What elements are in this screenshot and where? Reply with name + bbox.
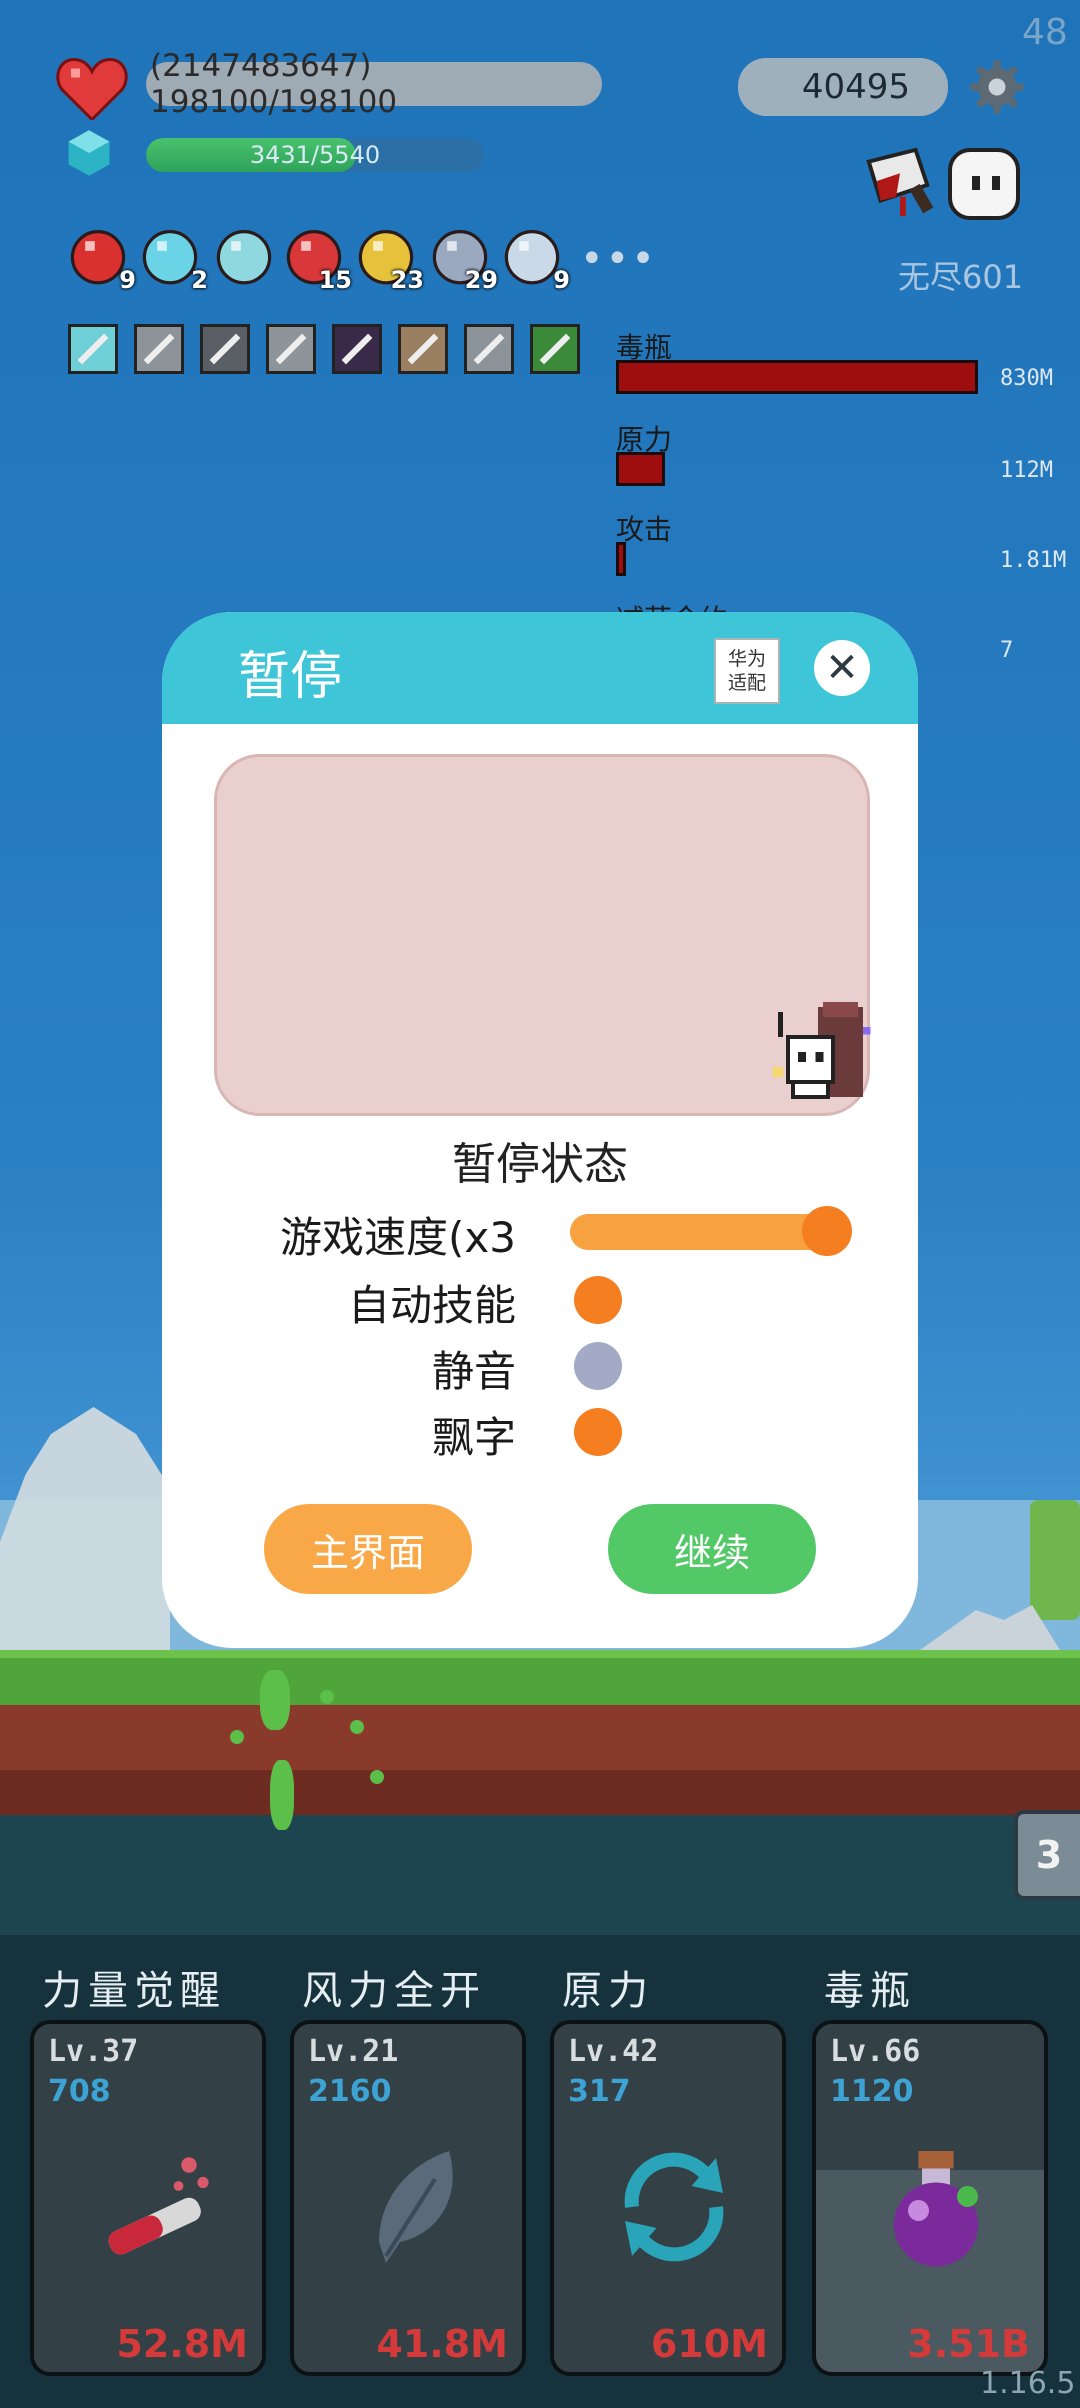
auto-skill-label: 自动技能: [347, 1281, 516, 1330]
hero-sprite: [773, 1002, 871, 1099]
adapt-label-line2: 适配: [727, 672, 766, 694]
game-speed-label: 游戏速度(x3: [280, 1213, 516, 1262]
game-speed-slider-knob[interactable]: [802, 1206, 852, 1256]
continue-button[interactable]: 继续: [608, 1504, 816, 1594]
adapt-label-line1: 华为: [727, 648, 766, 670]
pause-dialog: 暂停 华为 适配 ✕ 暂停状态 游戏速度(x3 自动技能 静音 飘字 主界面 继…: [162, 612, 918, 1648]
huawei-adapt-button[interactable]: 华为 适配: [714, 638, 780, 704]
main-menu-button[interactable]: 主界面: [264, 1504, 472, 1594]
auto-skill-toggle[interactable]: [574, 1276, 622, 1324]
pause-state-label: 暂停状态: [452, 1139, 628, 1190]
hero-preview-panel: [214, 754, 871, 1116]
close-button[interactable]: ✕: [814, 640, 870, 696]
mute-toggle[interactable]: [574, 1342, 622, 1390]
floating-text-label: 飘字: [431, 1413, 516, 1462]
dialog-title: 暂停: [238, 647, 343, 707]
floating-text-toggle[interactable]: [574, 1408, 622, 1456]
close-icon: ✕: [825, 645, 859, 691]
mute-label: 静音: [431, 1347, 516, 1396]
